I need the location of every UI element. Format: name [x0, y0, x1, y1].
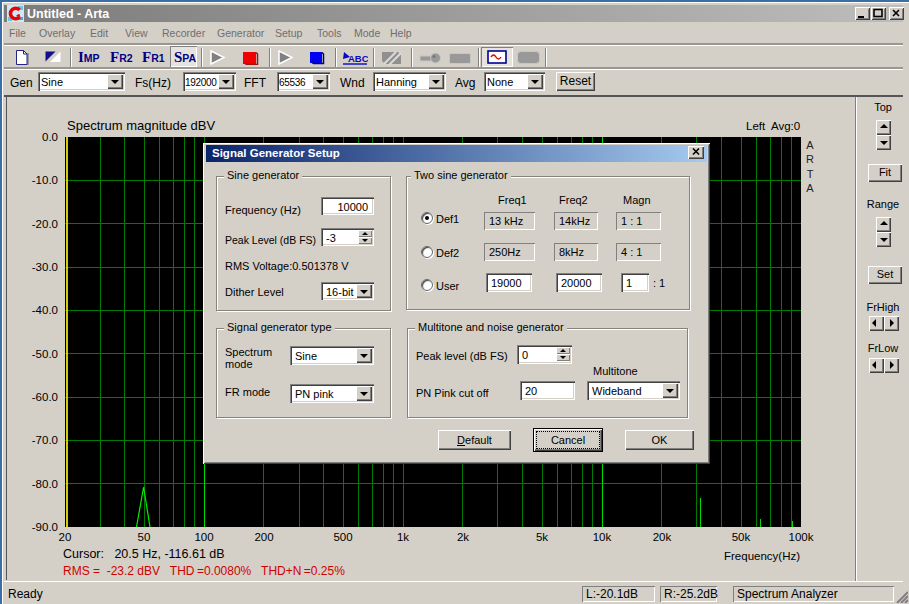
svg-text:ABC: ABC	[348, 53, 368, 64]
